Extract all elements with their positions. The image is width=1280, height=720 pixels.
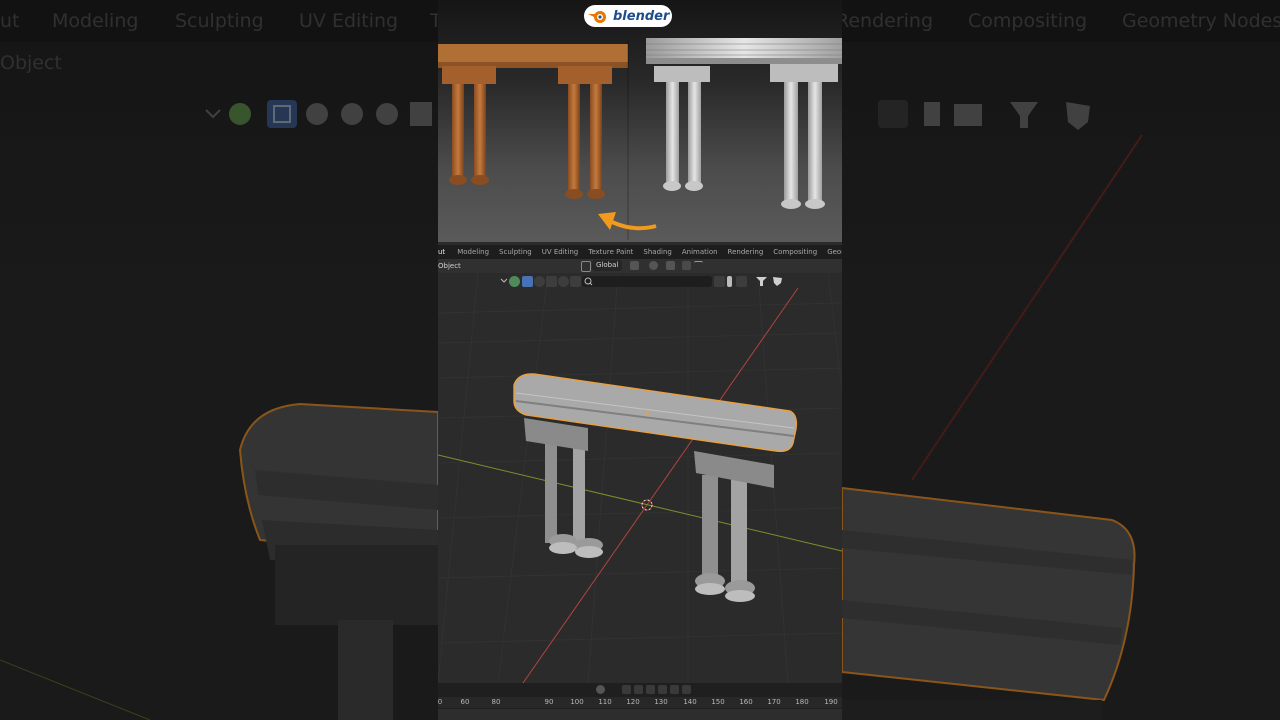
tab-sculpting[interactable]: Sculpting bbox=[499, 248, 532, 256]
chevron-down-icon[interactable] bbox=[500, 277, 508, 285]
timeline-tick: 180 bbox=[795, 698, 809, 706]
search-icon bbox=[584, 277, 593, 286]
play-reverse-button[interactable] bbox=[646, 685, 655, 694]
workspace-tabs: ut Modeling Sculpting UV Editing Texture… bbox=[438, 245, 842, 259]
bg-tab: Modeling bbox=[52, 10, 139, 32]
background-right-scene bbox=[842, 100, 1143, 720]
tab-layout[interactable]: ut bbox=[438, 248, 445, 256]
collapse-icon[interactable] bbox=[714, 276, 725, 287]
gizmo-icon[interactable] bbox=[509, 276, 520, 287]
shading-solid-icon[interactable] bbox=[534, 276, 545, 287]
falloff-icon[interactable] bbox=[694, 261, 703, 271]
mode-label[interactable]: Object bbox=[438, 262, 461, 270]
y-axis-line bbox=[438, 454, 842, 552]
viewport-toolbar bbox=[500, 275, 786, 289]
timeline-tick: 90 bbox=[544, 698, 554, 706]
bg-tab: Sculpting bbox=[175, 10, 264, 32]
timeline-ruler[interactable]: 0 60 80 90 100 110 120 130 140 150 160 1… bbox=[438, 697, 842, 708]
timeline-tick: 120 bbox=[626, 698, 640, 706]
viewport-header: Object Global bbox=[438, 259, 842, 273]
proportional-edit-icon[interactable] bbox=[682, 261, 691, 270]
render-comparison: blender bbox=[438, 0, 842, 242]
timeline-tick: 170 bbox=[767, 698, 781, 706]
timeline: 0 60 80 90 100 110 120 130 140 150 160 1… bbox=[438, 683, 842, 720]
tab-rendering[interactable]: Rendering bbox=[728, 248, 764, 256]
tab-modeling[interactable]: Modeling bbox=[457, 248, 489, 256]
timeline-tick: 0 bbox=[438, 698, 443, 706]
playback-controls bbox=[596, 685, 691, 695]
jump-start-button[interactable] bbox=[622, 685, 631, 694]
blender-logo-icon bbox=[588, 11, 606, 23]
hierarchy-icon[interactable] bbox=[736, 276, 747, 287]
tab-compositing[interactable]: Compositing bbox=[773, 248, 817, 256]
shield-icon[interactable] bbox=[772, 276, 783, 287]
table-model[interactable] bbox=[513, 373, 798, 602]
world-icon[interactable] bbox=[558, 276, 569, 287]
tab-texture-paint[interactable]: Texture Paint bbox=[588, 248, 633, 256]
timeline-tick: 160 bbox=[739, 698, 753, 706]
timeline-tick: 110 bbox=[598, 698, 612, 706]
blender-logo: blender bbox=[584, 5, 672, 27]
blender-logo-text: blender bbox=[613, 8, 670, 24]
3d-viewport[interactable] bbox=[438, 273, 842, 683]
filter-icon[interactable] bbox=[756, 276, 767, 287]
bookmark-icon[interactable] bbox=[727, 276, 732, 287]
timeline-track[interactable] bbox=[438, 709, 842, 720]
background-left-toolbar bbox=[205, 100, 432, 128]
orientation-dropdown[interactable]: Global bbox=[592, 260, 623, 271]
floor-grid bbox=[438, 273, 842, 683]
record-button[interactable] bbox=[596, 685, 605, 694]
select-box-button[interactable] bbox=[522, 276, 533, 287]
timeline-tick: 60 bbox=[460, 698, 470, 706]
timeline-tick: 190 bbox=[824, 698, 838, 706]
transform-orientation-icon bbox=[581, 261, 591, 272]
snap-icon[interactable] bbox=[649, 261, 658, 270]
viewport-scene bbox=[438, 273, 842, 683]
pivot-icon[interactable] bbox=[630, 261, 639, 270]
background-right bbox=[842, 0, 1280, 720]
timeline-tick: 130 bbox=[654, 698, 668, 706]
brush-icon[interactable] bbox=[570, 276, 581, 287]
bg-tab: ut bbox=[0, 10, 20, 32]
timeline-tick: 80 bbox=[491, 698, 501, 706]
video-frame: blender ut Modeling Sculpting UV Editing… bbox=[438, 0, 842, 720]
tab-shading[interactable]: Shading bbox=[643, 248, 671, 256]
bg-tab: UV Editing bbox=[299, 10, 399, 32]
timeline-tick: 100 bbox=[570, 698, 584, 706]
object-icon[interactable] bbox=[546, 276, 557, 287]
search-input[interactable] bbox=[582, 276, 712, 287]
tab-uv-editing[interactable]: UV Editing bbox=[542, 248, 579, 256]
bg-tab: Rendering bbox=[836, 10, 934, 32]
background-object-label: Object bbox=[0, 52, 62, 74]
tab-geometry-nodes[interactable]: Geometry Nodes bbox=[827, 248, 842, 256]
jump-end-button[interactable] bbox=[682, 685, 691, 694]
timeline-tick: 140 bbox=[683, 698, 697, 706]
play-button[interactable] bbox=[658, 685, 667, 694]
timeline-tick: 150 bbox=[711, 698, 725, 706]
bg-tab: Compositing bbox=[968, 10, 1088, 32]
tab-animation[interactable]: Animation bbox=[682, 248, 718, 256]
arrow-icon bbox=[598, 212, 657, 231]
next-keyframe-button[interactable] bbox=[670, 685, 679, 694]
snap-settings-icon[interactable] bbox=[666, 261, 675, 270]
bg-tab: Geometry Nodes bbox=[1122, 10, 1280, 32]
prev-keyframe-button[interactable] bbox=[634, 685, 643, 694]
